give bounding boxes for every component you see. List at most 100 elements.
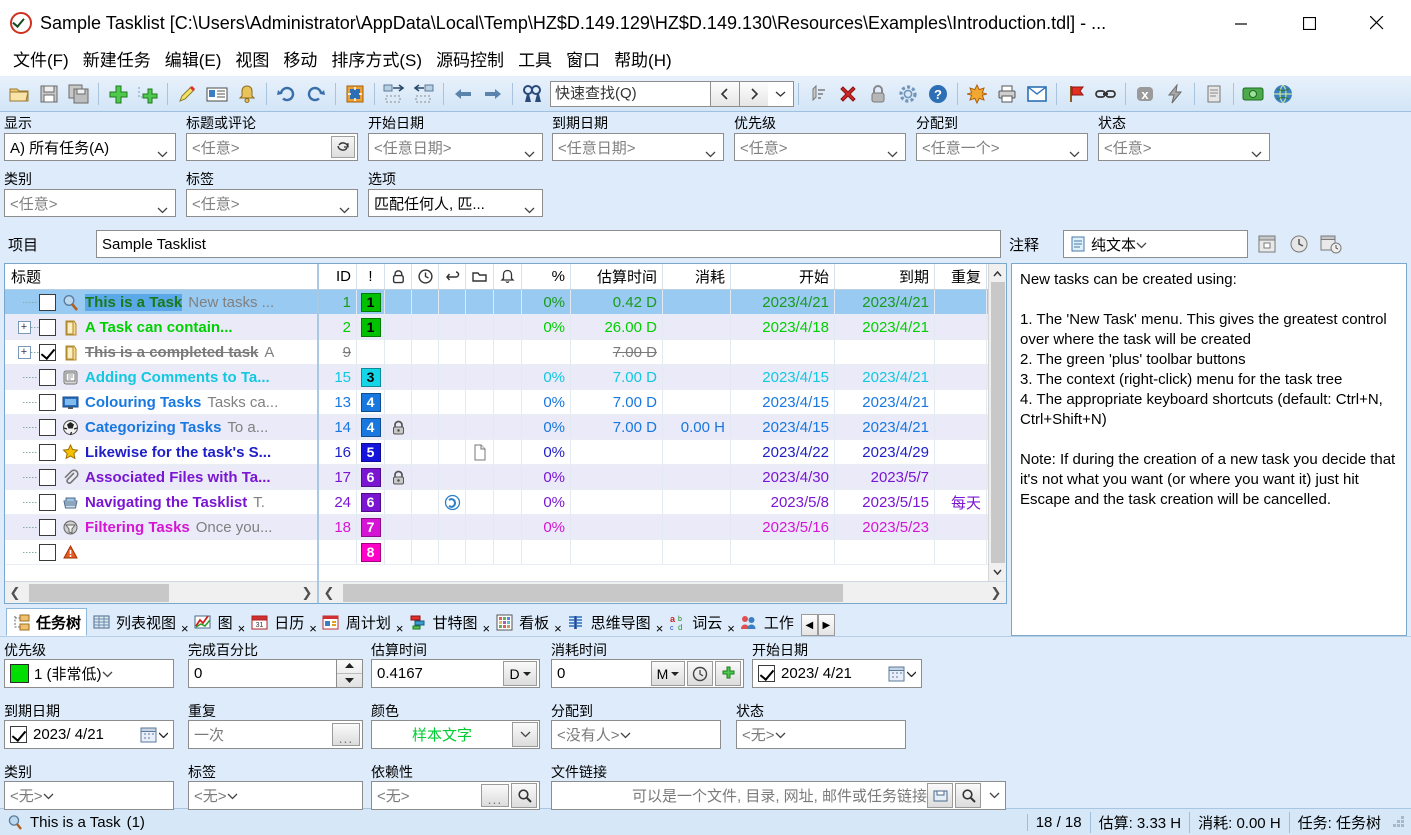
task-data-row[interactable]: 97.00 D (319, 340, 988, 365)
task-data-row[interactable]: 1870%2023/5/162023/5/23 (319, 515, 988, 540)
cell-alloc[interactable] (987, 465, 988, 489)
cell-priority[interactable]: 5 (357, 440, 385, 464)
cell-spent[interactable] (663, 540, 731, 564)
tab-scroll-right-button[interactable]: ▶ (818, 614, 835, 636)
cell-spent[interactable] (663, 365, 731, 389)
cell-due[interactable]: 2023/5/7 (835, 465, 935, 489)
menu-file[interactable]: 文件(F) (6, 48, 76, 74)
filter-start-date-combo[interactable]: <任意日期> (368, 133, 543, 161)
cell-file[interactable] (466, 340, 494, 364)
quick-find-next-button[interactable] (739, 81, 769, 107)
menu-view[interactable]: 视图 (228, 48, 276, 74)
cell-id[interactable]: 1 (319, 290, 357, 314)
project-name-input[interactable]: Sample Tasklist (96, 230, 1001, 258)
cell-estimate[interactable]: 7.00 D (571, 365, 663, 389)
edit-pencil-icon[interactable] (172, 79, 202, 109)
delete-task-icon[interactable] (833, 79, 863, 109)
prop-start-date-input[interactable]: 2023/ 4/21 (752, 659, 922, 688)
cell-file[interactable] (466, 315, 494, 339)
prop-file-link-input[interactable]: 可以是一个文件, 目录, 网址, 邮件或任务链接 (551, 781, 1006, 810)
prop-category-combo[interactable]: <无> (4, 781, 174, 810)
new-task-icon[interactable] (103, 79, 133, 109)
cell-time[interactable] (412, 315, 439, 339)
task-data-rows[interactable]: 110%0.42 D2023/4/212023/4/21210%26.00 D2… (319, 290, 988, 581)
cell-recurtext[interactable] (935, 465, 987, 489)
filter-show-combo[interactable]: A) 所有任务(A) (4, 133, 176, 161)
cell-estimate[interactable] (571, 465, 663, 489)
indent-task-icon[interactable] (379, 79, 409, 109)
tree-hscroll-track[interactable] (25, 583, 297, 603)
cell-file[interactable] (466, 415, 494, 439)
task-tree-row[interactable]: +This is a completed taskA (5, 340, 317, 365)
cell-file[interactable] (466, 515, 494, 539)
prop-tags-combo[interactable]: <无> (188, 781, 363, 810)
cell-start[interactable]: 2023/4/15 (731, 365, 835, 389)
task-data-row[interactable]: 110%0.42 D2023/4/212023/4/21 (319, 290, 988, 315)
prop-allocated-to-combo[interactable]: <没有人> (551, 720, 721, 749)
data-hscroll-thumb[interactable] (343, 584, 843, 602)
cell-priority[interactable]: 1 (357, 315, 385, 339)
task-done-checkbox[interactable] (39, 444, 56, 461)
task-done-checkbox[interactable] (39, 419, 56, 436)
cell-recurtext[interactable] (935, 540, 987, 564)
cell-lock[interactable] (385, 515, 412, 539)
reminder-bell-icon[interactable] (232, 79, 262, 109)
cell-reminder[interactable] (494, 515, 522, 539)
task-title[interactable]: This is a completed task (85, 344, 258, 361)
cell-alloc[interactable] (987, 440, 988, 464)
task-done-checkbox[interactable] (39, 369, 56, 386)
cell-id[interactable] (319, 540, 357, 564)
task-tree-row[interactable]: Likewise for the task's S... (5, 440, 317, 465)
cell-recurtext[interactable] (935, 440, 987, 464)
undo-icon[interactable] (271, 79, 301, 109)
cell-due[interactable]: 2023/4/21 (835, 415, 935, 439)
customize-icon[interactable] (962, 79, 992, 109)
cell-alloc[interactable] (987, 490, 988, 514)
edit-attributes-icon[interactable] (202, 79, 232, 109)
menu-source-control[interactable]: 源码控制 (429, 48, 511, 74)
find-tasks-icon[interactable] (517, 79, 547, 109)
cell-due[interactable]: 2023/4/21 (835, 365, 935, 389)
cell-recurtext[interactable]: 每天 (935, 490, 987, 514)
cell-reminder[interactable] (494, 440, 522, 464)
cell-recur[interactable] (439, 415, 466, 439)
back-arrow-icon[interactable] (448, 79, 478, 109)
task-vscroll-thumb[interactable] (991, 282, 1005, 563)
column-header-percent[interactable]: % (522, 264, 571, 289)
cell-recurtext[interactable] (935, 340, 987, 364)
open-folder-icon[interactable] (4, 79, 34, 109)
lock-icon[interactable] (385, 264, 412, 289)
recurrence-options-button[interactable]: ... (332, 723, 360, 746)
cell-priority[interactable]: 6 (357, 490, 385, 514)
resize-grip-icon[interactable] (1393, 815, 1407, 829)
cell-recurtext[interactable] (935, 415, 987, 439)
clock-icon[interactable] (412, 264, 439, 289)
cell-recur[interactable] (439, 340, 466, 364)
cell-start[interactable]: 2023/4/15 (731, 390, 835, 414)
cell-estimate[interactable]: 7.00 D (571, 415, 663, 439)
percent-done-stepper[interactable] (337, 659, 363, 688)
quick-action-icon[interactable] (1160, 79, 1190, 109)
prop-recurrence-input[interactable]: 一次 ... (188, 720, 363, 749)
cell-recurtext[interactable] (935, 315, 987, 339)
cell-percent[interactable]: 0% (522, 415, 571, 439)
prop-percent-done-input[interactable]: 0 (188, 659, 337, 688)
column-header-id[interactable]: ID (319, 264, 357, 289)
cell-priority[interactable]: 8 (357, 540, 385, 564)
column-header-estimate[interactable]: 估算时间 (571, 264, 663, 289)
cell-file[interactable] (466, 540, 494, 564)
start-date-checkbox[interactable] (758, 665, 775, 682)
cell-priority[interactable]: 7 (357, 515, 385, 539)
view-tab-4[interactable]: 周计划 (317, 608, 396, 636)
data-hscroll-track[interactable] (339, 583, 986, 603)
cell-percent[interactable] (522, 340, 571, 364)
expand-plus-icon[interactable]: + (18, 346, 31, 359)
cell-estimate[interactable] (571, 440, 663, 464)
cell-spent[interactable] (663, 390, 731, 414)
print-icon[interactable] (992, 79, 1022, 109)
scroll-down-icon[interactable] (989, 563, 1007, 581)
task-tree-row[interactable]: Colouring TasksTasks ca... (5, 390, 317, 415)
cell-start[interactable]: 2023/4/22 (731, 440, 835, 464)
close-tab-icon[interactable]: × (309, 621, 317, 636)
cell-id[interactable]: 9 (319, 340, 357, 364)
